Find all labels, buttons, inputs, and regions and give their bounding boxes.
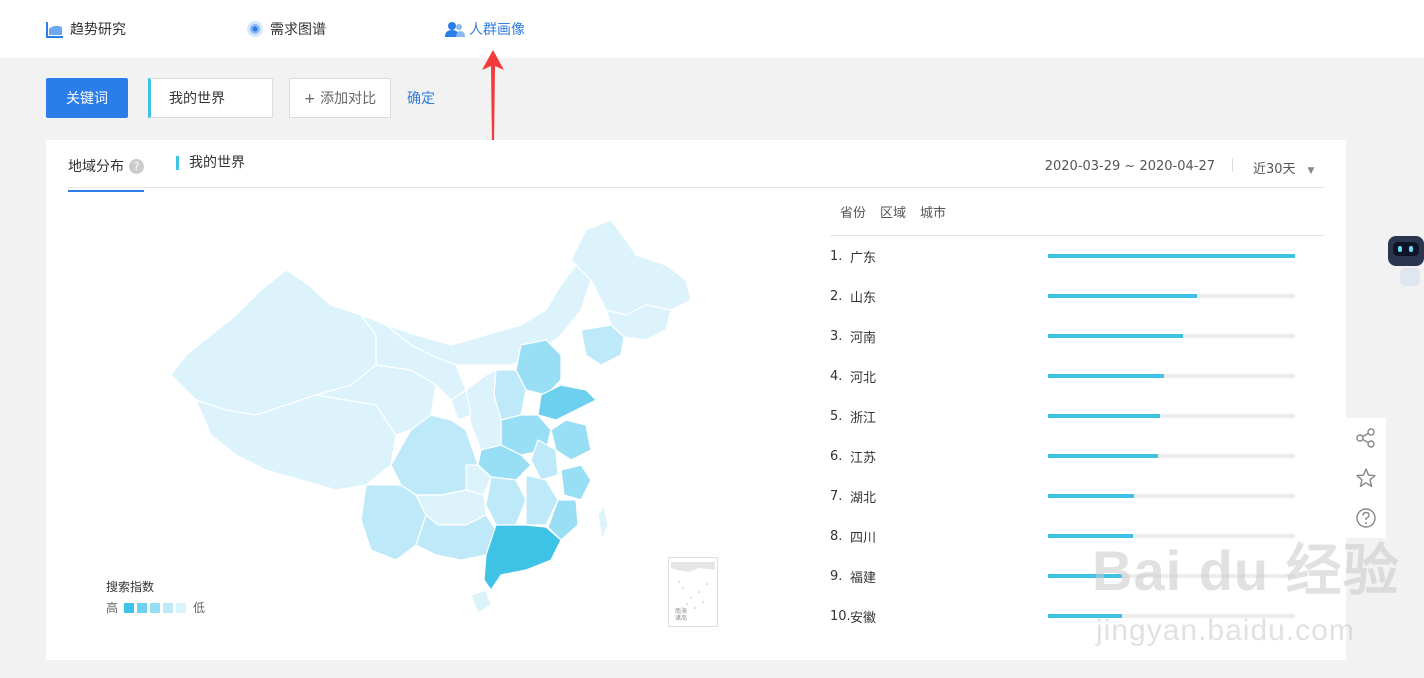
rank-number: 2.	[830, 288, 843, 304]
users-icon	[445, 20, 465, 38]
nav-item-demand[interactable]: 需求图谱	[246, 18, 326, 40]
rank-bar-track	[1048, 294, 1295, 298]
rank-bar-fill	[1048, 334, 1183, 338]
region-jiangsu	[550, 419, 592, 461]
series-label: 我的世界	[176, 156, 245, 170]
target-circle-icon	[246, 20, 264, 38]
ranking-row: 3. 河南	[830, 316, 1325, 356]
tab-label: 地域分布	[68, 159, 124, 175]
rank-bar-track	[1048, 374, 1295, 378]
keyword-input[interactable]: 我的世界	[148, 78, 273, 118]
panel-tabs: 地域分布? 我的世界 2020-03-29 ~ 2020-04-27 近30天 ▼	[68, 140, 1325, 192]
watermark-logo: Bai du 经验	[1092, 539, 1400, 602]
side-toolbar	[1346, 418, 1386, 538]
region-guangdong	[483, 524, 562, 591]
legend-swatch	[163, 602, 174, 613]
nav-item-label: 趋势研究	[70, 22, 126, 38]
rank-number: 10.	[830, 608, 851, 624]
rank-number: 5.	[830, 408, 843, 424]
star-icon[interactable]	[1355, 467, 1377, 489]
south-china-sea-inset: 南海诸岛	[668, 557, 718, 627]
legend-scale: 高 低	[106, 599, 205, 616]
rank-number: 1.	[830, 248, 843, 264]
region-taiwan	[597, 504, 609, 541]
region-hainan	[470, 589, 492, 614]
map-legend: 搜索指数 高 低	[106, 578, 205, 616]
keyword-button[interactable]: 关键词	[46, 78, 128, 118]
ranking-row: 5. 浙江	[830, 396, 1325, 436]
ranking-tabs: 省份 区域 城市	[830, 188, 1325, 236]
province-name: 河南	[850, 330, 877, 346]
annotation-arrow	[482, 50, 504, 144]
rank-number: 8.	[830, 528, 843, 544]
tab-province[interactable]: 省份	[840, 202, 866, 221]
nav-item-trend[interactable]: 趋势研究	[46, 18, 126, 40]
share-icon[interactable]	[1355, 427, 1377, 449]
china-map	[170, 219, 692, 614]
rank-bar-fill	[1048, 414, 1160, 418]
legend-swatch	[124, 602, 135, 613]
tab-region-distribution[interactable]: 地域分布?	[68, 156, 144, 192]
rank-bar-track	[1048, 334, 1295, 338]
region-zhejiang	[560, 464, 592, 501]
province-name: 四川	[850, 530, 877, 546]
legend-title: 搜索指数	[106, 580, 155, 594]
region-hunan	[485, 476, 527, 526]
divider	[1232, 158, 1233, 172]
ranking-row: 1. 广东	[830, 236, 1325, 276]
inset-label: 南海诸岛	[675, 608, 688, 622]
nav-item-label: 人群画像	[469, 22, 525, 38]
province-name: 安徽	[850, 610, 877, 626]
rank-number: 4.	[830, 368, 843, 384]
rank-number: 3.	[830, 328, 843, 344]
help-icon[interactable]: ?	[129, 159, 144, 174]
rank-bar-fill	[1048, 494, 1135, 498]
province-name: 江苏	[850, 450, 877, 466]
ranking-row: 6. 江苏	[830, 436, 1325, 476]
rank-number: 9.	[830, 568, 843, 584]
robot-mascot-icon[interactable]	[1386, 232, 1424, 290]
rank-bar-track	[1048, 254, 1295, 258]
rank-bar-fill	[1048, 374, 1165, 378]
ranking-row: 7. 湖北	[830, 476, 1325, 516]
province-name: 福建	[850, 570, 877, 586]
tab-area[interactable]: 区域	[880, 202, 906, 221]
legend-swatch	[137, 602, 148, 613]
province-name: 广东	[850, 250, 877, 266]
rank-number: 7.	[830, 488, 843, 504]
rank-bar-fill	[1048, 294, 1198, 298]
confirm-link[interactable]: 确定	[407, 88, 435, 108]
add-compare-button[interactable]: + 添加对比	[289, 78, 391, 118]
legend-swatch	[150, 602, 161, 613]
caret-down-icon: ▼	[1307, 166, 1315, 176]
rank-number: 6.	[830, 448, 843, 464]
nav-item-label: 需求图谱	[270, 22, 326, 38]
top-nav: 趋势研究 需求图谱 人群画像	[0, 0, 1424, 58]
province-name: 浙江	[850, 410, 877, 426]
province-name: 山东	[850, 290, 877, 306]
region-liaoning	[580, 324, 625, 366]
watermark-url: jingyan.baidu.com	[1096, 614, 1355, 647]
ranking-row: 4. 河北	[830, 356, 1325, 396]
rank-bar-fill	[1048, 254, 1295, 258]
region-heilongjiang	[570, 219, 692, 316]
rank-bar-track	[1048, 454, 1295, 458]
rank-bar-fill	[1048, 454, 1158, 458]
date-range: 2020-03-29 ~ 2020-04-27	[1044, 159, 1215, 174]
province-name: 湖北	[850, 490, 877, 506]
nav-item-portrait[interactable]: 人群画像	[445, 18, 525, 40]
legend-swatch	[176, 602, 187, 613]
legend-high: 高	[106, 601, 119, 615]
period-label: 近30天	[1253, 162, 1296, 177]
legend-low: 低	[193, 601, 206, 615]
trend-chart-icon	[46, 20, 64, 38]
rank-bar-track	[1048, 414, 1295, 418]
province-name: 河北	[850, 370, 877, 386]
ranking-row: 2. 山东	[830, 276, 1325, 316]
period-select[interactable]: 近30天 ▼	[1253, 158, 1325, 177]
rank-bar-track	[1048, 494, 1295, 498]
tab-city[interactable]: 城市	[920, 202, 946, 221]
